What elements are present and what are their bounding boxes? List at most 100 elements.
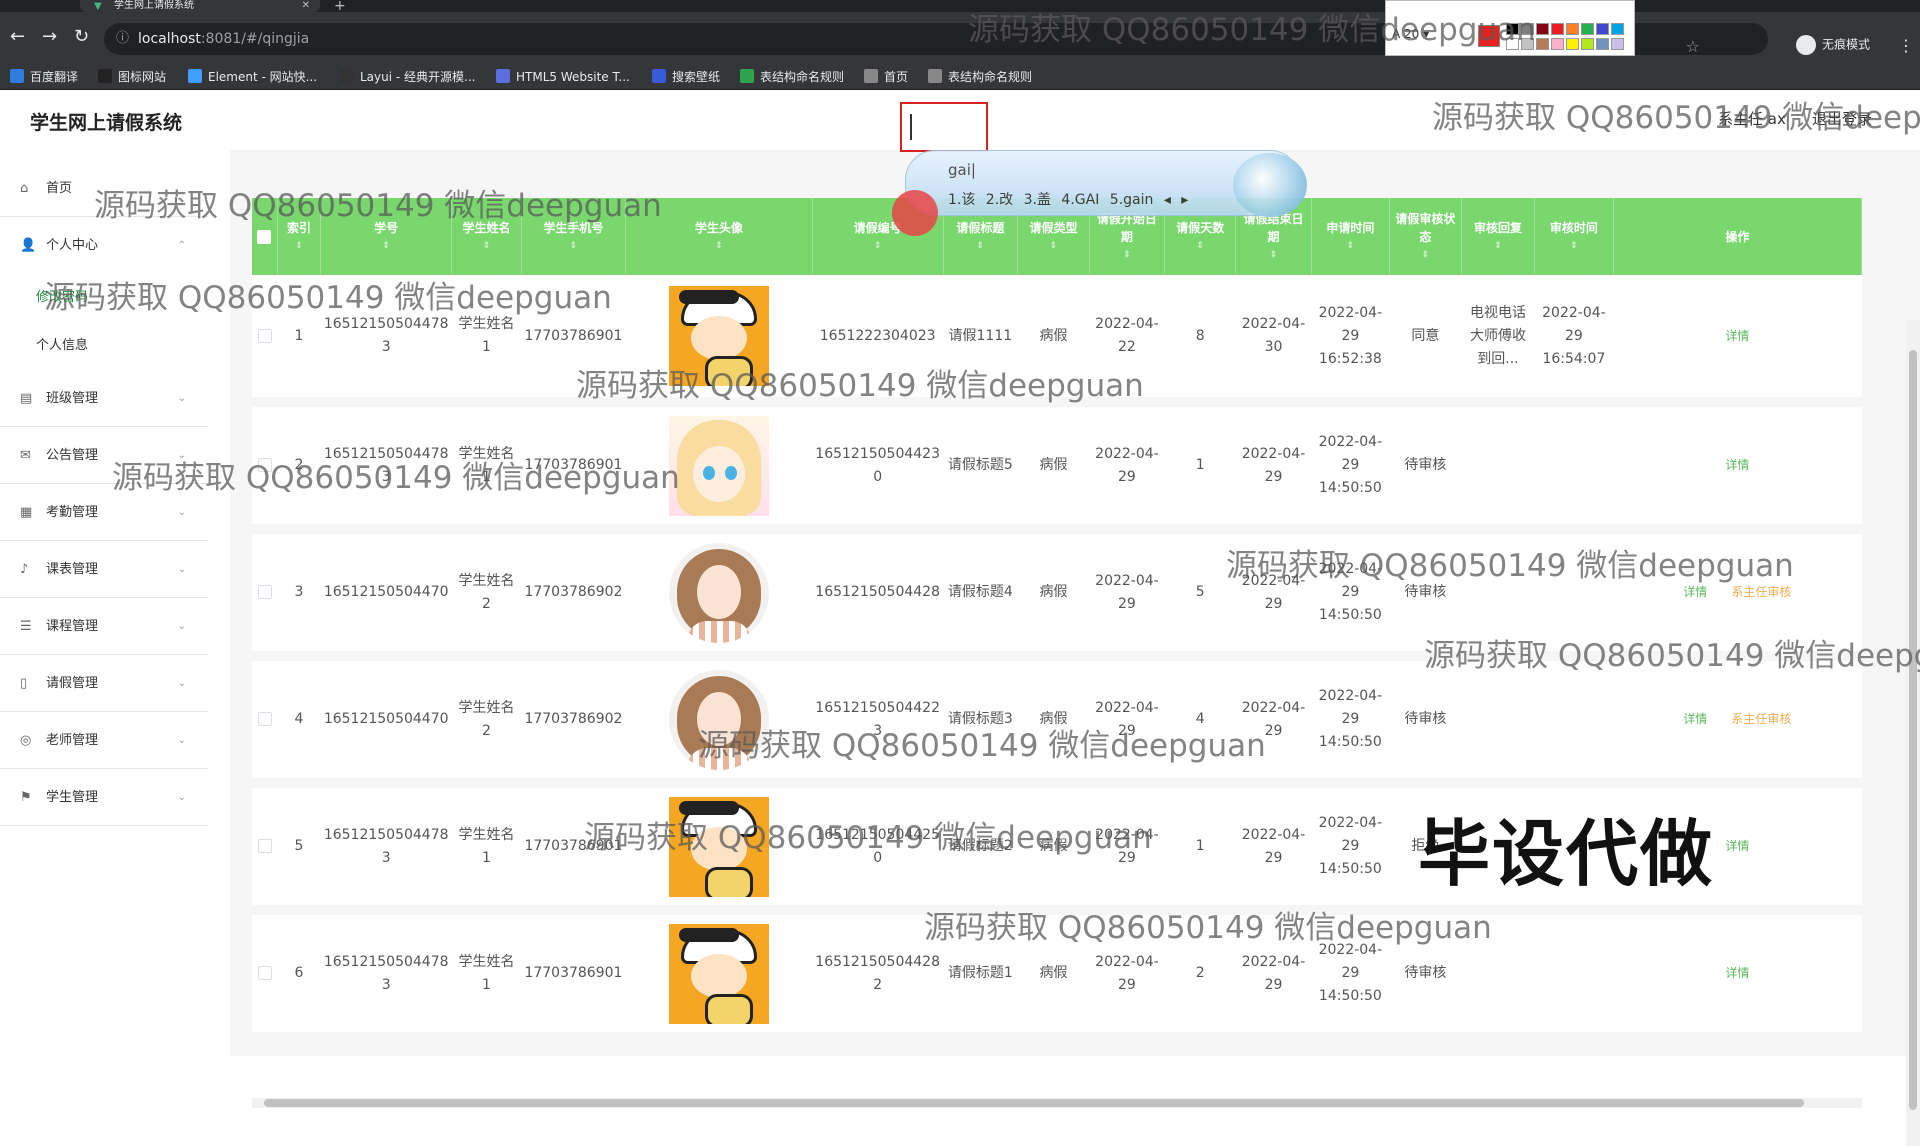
table-row[interactable]: 2 16512150504478 3 学生姓名1 17703786901 1651215… — [252, 402, 1862, 534]
swatch[interactable] — [1506, 38, 1519, 50]
swatch[interactable] — [1506, 23, 1519, 35]
pen-size[interactable]: A 20 ▾ — [1392, 27, 1429, 41]
row-checkbox[interactable] — [257, 966, 272, 980]
scrollbar-thumb[interactable] — [1909, 350, 1917, 1110]
current-color-swatch[interactable] — [1478, 25, 1500, 47]
swatch[interactable] — [1521, 38, 1534, 50]
row-checkbox[interactable] — [257, 712, 272, 726]
sidebar-item[interactable]: ☰ 课程管理 ⌄ — [0, 598, 208, 655]
horizontal-scrollbar[interactable] — [252, 1098, 1862, 1108]
detail-button[interactable]: 详情 — [1725, 329, 1749, 343]
swatch[interactable] — [1551, 23, 1564, 35]
audit-button[interactable]: 系主任审核 — [1731, 585, 1791, 599]
detail-button[interactable]: 详情 — [1725, 458, 1749, 472]
url-path: :8081/#/qingjia — [200, 31, 310, 47]
bookmark-item[interactable]: 表结构命名规则 — [740, 68, 844, 86]
row-checkbox[interactable] — [257, 458, 272, 472]
sidebar-item[interactable]: ▤ 班级管理 ⌄ — [0, 370, 208, 427]
scrollbar-thumb[interactable] — [264, 1099, 1804, 1107]
sidebar-subitem[interactable]: 个人信息 — [0, 322, 208, 370]
sidebar-item[interactable]: ⌂ 首页 — [0, 160, 208, 217]
sort-icon[interactable]: ⇕ — [280, 237, 319, 255]
browser-menu-icon[interactable]: ⋮ — [1898, 36, 1914, 55]
sort-icon[interactable]: ⇕ — [815, 237, 941, 255]
incognito-indicator[interactable]: 无痕模式 — [1796, 35, 1870, 55]
swatch[interactable] — [1581, 23, 1594, 35]
sidebar-subitem[interactable]: 修改密码 — [0, 274, 208, 322]
column-header[interactable]: 学生姓名 ⇕ — [451, 198, 522, 275]
sidebar-item[interactable]: ▯ 请假管理 ⌄ — [0, 655, 208, 712]
swatch[interactable] — [1536, 38, 1549, 50]
sidebar-item[interactable]: ✉ 公告管理 ⌄ — [0, 427, 208, 484]
bookmark-item[interactable]: 首页 — [864, 68, 908, 86]
bookmark-item[interactable]: 表结构命名规则 — [928, 68, 1032, 86]
sort-icon[interactable]: ⇕ — [1314, 237, 1387, 255]
column-header[interactable]: 请假审核状态 ⇕ — [1389, 198, 1462, 275]
detail-button[interactable]: 详情 — [1683, 585, 1707, 599]
sort-icon[interactable]: ⇕ — [1392, 246, 1459, 264]
column-header[interactable]: 学号 ⇕ — [320, 198, 453, 275]
table-row[interactable]: 1 16512150504478 3 学生姓名1 17703786901 1651222… — [252, 275, 1862, 407]
swatch[interactable] — [1521, 23, 1534, 35]
sort-icon[interactable]: ⇕ — [323, 237, 449, 255]
bookmark-item[interactable]: HTML5 Website T... — [496, 68, 630, 86]
bookmark-item[interactable]: 图标网站 — [98, 68, 166, 86]
vertical-scrollbar[interactable] — [1906, 320, 1920, 1146]
row-checkbox[interactable] — [257, 328, 272, 343]
bookmark-item[interactable]: 百度翻译 — [10, 68, 78, 86]
site-info-icon[interactable]: ⓘ — [116, 23, 129, 55]
bookmark-item[interactable]: Layui - 经典开源模... — [340, 68, 475, 86]
column-header[interactable]: 审核回复 ⇕ — [1461, 198, 1536, 275]
table-row[interactable]: 3 16512150504470 学生姓名2 17703786902 165121505… — [252, 529, 1862, 661]
sort-icon[interactable]: ⇕ — [1020, 237, 1087, 255]
row-checkbox[interactable] — [257, 839, 272, 853]
detail-button[interactable]: 详情 — [1683, 712, 1707, 726]
reload-icon[interactable]: ↻ — [74, 26, 89, 47]
column-header[interactable]: 索引 ⇕ — [277, 198, 322, 275]
sort-icon[interactable]: ⇕ — [1238, 246, 1308, 264]
sidebar-item[interactable]: ⚑ 学生管理 ⌄ — [0, 769, 208, 826]
ime-candidates[interactable]: 1.该 2.改 3.盖 4.GAI 5.gain ◂ ▸ — [948, 189, 1188, 209]
swatch[interactable] — [1611, 23, 1624, 35]
bookmark-star-icon[interactable]: ☆ — [1686, 31, 1700, 63]
bookmark-item[interactable]: 搜索壁纸 — [652, 68, 720, 86]
column-header[interactable]: 操作 — [1613, 198, 1863, 275]
sort-icon[interactable]: ⇕ — [1167, 237, 1233, 255]
swatch[interactable] — [1566, 23, 1579, 35]
detail-button[interactable]: 详情 — [1725, 839, 1749, 853]
select-all-checkbox[interactable] — [257, 230, 272, 244]
sidebar-item[interactable]: ◎ 老师管理 ⌄ — [0, 712, 208, 769]
audit-button[interactable]: 系主任审核 — [1731, 712, 1791, 726]
sidebar-item[interactable]: ▦ 考勤管理 ⌄ — [0, 484, 208, 541]
column-header[interactable]: 学生头像 ⇕ — [625, 198, 813, 275]
swatch[interactable] — [1596, 38, 1609, 50]
swatch[interactable] — [1551, 38, 1564, 50]
table-row[interactable]: 4 16512150504470 学生姓名2 17703786902 165121505… — [252, 656, 1862, 788]
swatch[interactable] — [1581, 38, 1594, 50]
sort-icon[interactable]: ⇕ — [628, 237, 810, 255]
column-header[interactable]: 审核时间 ⇕ — [1534, 198, 1614, 275]
swatch[interactable] — [1596, 23, 1609, 35]
bookmark-item[interactable]: Element - 网站快... — [188, 68, 317, 86]
forward-arrow-icon[interactable]: → — [42, 26, 57, 47]
column-header[interactable]: 学生手机号 ⇕ — [521, 198, 626, 275]
sort-icon[interactable]: ⇕ — [946, 237, 1016, 255]
detail-button[interactable]: 详情 — [1725, 966, 1749, 980]
column-header[interactable]: 申请时间 ⇕ — [1311, 198, 1391, 275]
logout-link[interactable]: 退出登录 — [1812, 108, 1872, 129]
sort-icon[interactable]: ⇕ — [1464, 237, 1532, 255]
swatch[interactable] — [1611, 38, 1624, 50]
sort-icon[interactable]: ⇕ — [454, 237, 519, 255]
sort-icon[interactable]: ⇕ — [524, 237, 623, 255]
tab-close-icon[interactable]: ✕ — [302, 0, 310, 12]
browser-tab[interactable]: ▼ 学生网上请假系统 ✕ — [80, 0, 320, 12]
row-checkbox[interactable] — [257, 585, 272, 599]
table-row[interactable]: 6 16512150504478 3 学生姓名1 17703786901 1651215… — [252, 910, 1862, 1042]
back-arrow-icon[interactable]: ← — [10, 26, 25, 47]
swatch[interactable] — [1566, 38, 1579, 50]
sort-icon[interactable]: ⇕ — [1092, 246, 1162, 264]
sidebar-item[interactable]: 👤 个人中心 ⌃ — [0, 217, 208, 274]
sort-icon[interactable]: ⇕ — [1537, 237, 1610, 255]
sidebar-item[interactable]: ♪ 课表管理 ⌄ — [0, 541, 208, 598]
swatch[interactable] — [1536, 23, 1549, 35]
